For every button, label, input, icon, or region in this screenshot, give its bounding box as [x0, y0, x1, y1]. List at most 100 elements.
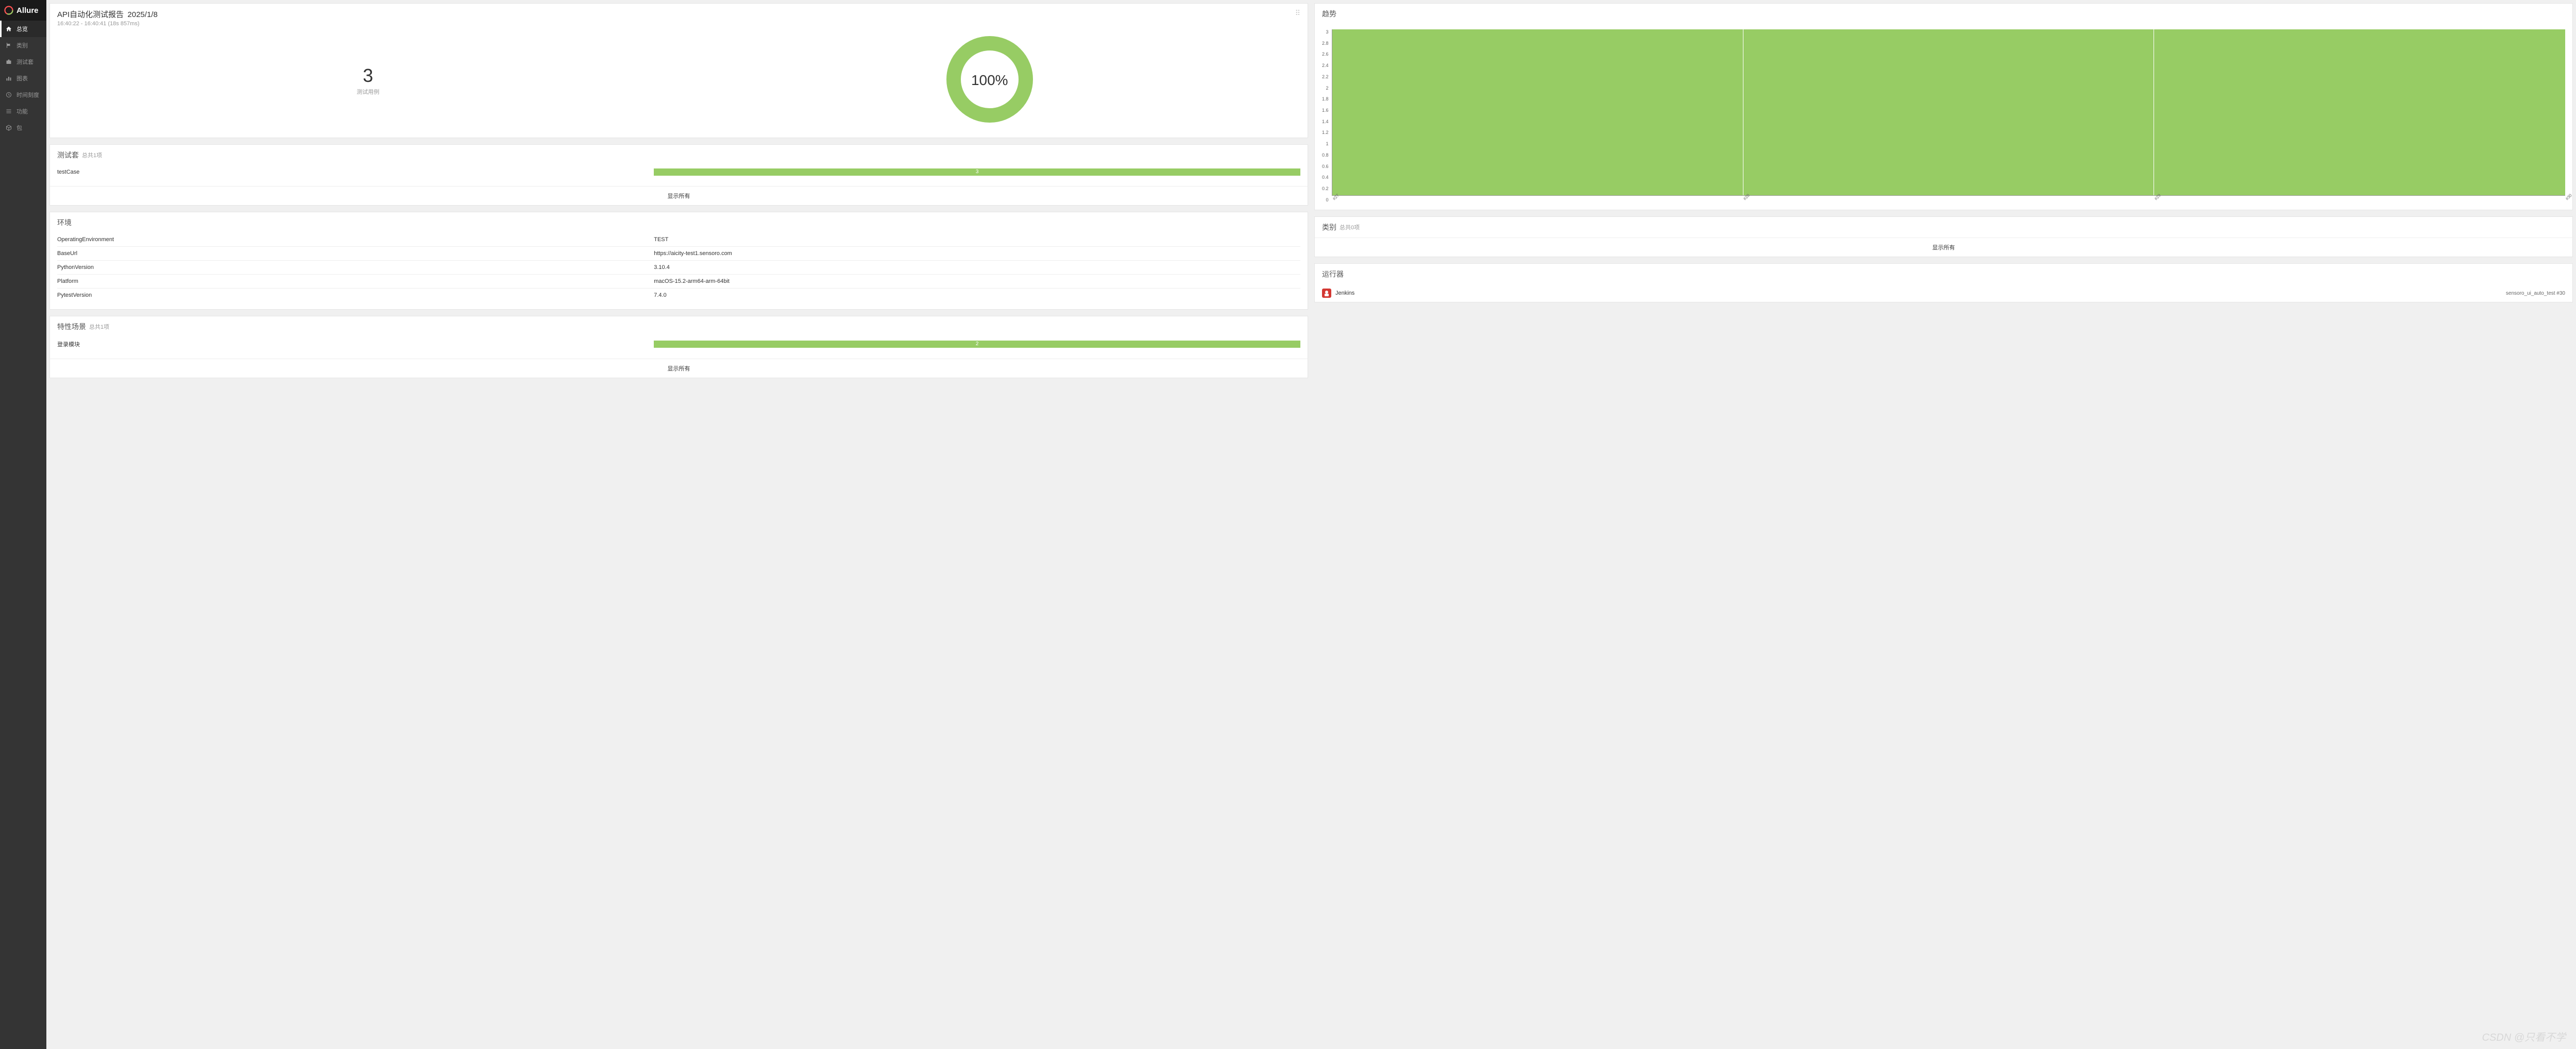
env-value: 3.10.4: [654, 264, 1300, 270]
trend-title: 趋势: [1322, 9, 1336, 19]
nav-item-flag[interactable]: 类别: [0, 37, 46, 54]
y-tick: 2.4: [1322, 63, 1329, 68]
drag-icon[interactable]: ⠿: [1295, 9, 1300, 18]
y-tick: 0: [1322, 197, 1329, 202]
nav-item-chart[interactable]: 图表: [0, 70, 46, 87]
y-tick: 2: [1322, 86, 1329, 91]
bar-fill: 2: [654, 341, 1300, 348]
test-count-label: 测试用例: [357, 88, 379, 96]
categories-show-all[interactable]: 显示所有: [1315, 238, 2572, 257]
nav-label: 测试套: [16, 58, 33, 66]
environment-widget: 环境 OperatingEnvironmentTESTBaseUrlhttps:…: [49, 212, 1308, 310]
nav-label: 包: [16, 124, 22, 132]
trend-y-axis: 32.82.62.42.221.81.61.41.210.80.60.40.20: [1322, 29, 1332, 202]
test-count-number: 3: [363, 65, 373, 87]
y-tick: 0.6: [1322, 164, 1329, 169]
suites-widget: 测试套 总共1项 testCase3 显示所有: [49, 144, 1308, 206]
executors-title: 运行器: [1322, 269, 1344, 279]
logo[interactable]: Allure: [0, 0, 46, 21]
y-tick: 1.2: [1322, 130, 1329, 135]
executors-widget: 运行器 Jenkins sensoro_ui_auto_test #30: [1314, 263, 2573, 302]
sidebar: Allure 总览类别测试套图表时间刻度功能包: [0, 0, 46, 1049]
nav-label: 类别: [16, 41, 28, 49]
executor-row[interactable]: Jenkins sensoro_ui_auto_test #30: [1315, 284, 2572, 302]
report-time-range: 16:40:22 - 16:40:41 (18s 857ms): [57, 21, 1300, 27]
x-tick: #28: [1742, 197, 1746, 201]
y-tick: 0.2: [1322, 186, 1329, 191]
briefcase-icon: [5, 59, 12, 65]
y-tick: 1.4: [1322, 119, 1329, 124]
env-value: TEST: [654, 236, 1300, 243]
y-tick: 3: [1322, 29, 1329, 35]
y-tick: 2.2: [1322, 74, 1329, 79]
nav-item-package[interactable]: 包: [0, 120, 46, 136]
bar-track: 3: [654, 168, 1300, 176]
trend-plot-area: [1332, 29, 2565, 196]
x-tick: #27: [1332, 197, 1335, 201]
nav-item-home[interactable]: 总览: [0, 21, 46, 37]
env-row: OperatingEnvironmentTEST: [57, 233, 1300, 246]
env-key: PytestVersion: [57, 292, 654, 298]
features-title: 特性场景: [57, 322, 86, 332]
suites-show-all[interactable]: 显示所有: [50, 186, 1308, 205]
bar-row[interactable]: testCase3: [57, 165, 1300, 179]
env-row: BaseUrlhttps://aicity-test1.sensoro.com: [57, 246, 1300, 260]
trend-x-axis: #27 #28 #29 #30: [1332, 196, 2565, 202]
env-row: PytestVersion7.4.0: [57, 288, 1300, 302]
env-key: BaseUrl: [57, 250, 654, 257]
pass-percentage: 100%: [971, 72, 1008, 89]
nav-label: 功能: [16, 107, 28, 115]
chart-icon: [5, 75, 12, 81]
bar-fill: 3: [654, 168, 1300, 176]
flag-icon: [5, 42, 12, 48]
x-tick: #30: [2565, 197, 2568, 201]
y-tick: 0.8: [1322, 153, 1329, 158]
env-key: OperatingEnvironment: [57, 236, 654, 243]
pass-rate-donut: 100%: [943, 33, 1036, 127]
report-date: 2025/1/8: [128, 10, 158, 19]
nav-item-clock[interactable]: 时间刻度: [0, 87, 46, 103]
logo-text: Allure: [16, 6, 39, 15]
environment-title: 环境: [57, 217, 72, 228]
env-row: PlatformmacOS-15.2-arm64-arm-64bit: [57, 274, 1300, 288]
y-tick: 0.4: [1322, 175, 1329, 180]
x-tick: #29: [2154, 197, 2157, 201]
nav: 总览类别测试套图表时间刻度功能包: [0, 21, 46, 1049]
suites-subtitle: 总共1项: [82, 151, 102, 159]
jenkins-icon: [1322, 289, 1331, 298]
nav-item-list[interactable]: 功能: [0, 103, 46, 120]
env-row: PythonVersion3.10.4: [57, 260, 1300, 274]
home-icon: [5, 26, 12, 32]
y-tick: 1: [1322, 141, 1329, 146]
bar-track: 2: [654, 341, 1300, 348]
executor-name: Jenkins: [1335, 290, 1354, 296]
executor-build: sensoro_ui_auto_test #30: [2506, 291, 2565, 296]
bar-label: testCase: [57, 169, 654, 175]
env-value: https://aicity-test1.sensoro.com: [654, 250, 1300, 257]
nav-label: 总览: [16, 25, 28, 33]
nav-label: 时间刻度: [16, 91, 39, 99]
bar-row[interactable]: 登录模块2: [57, 337, 1300, 351]
env-key: PythonVersion: [57, 264, 654, 270]
env-value: 7.4.0: [654, 292, 1300, 298]
nav-item-briefcase[interactable]: 测试套: [0, 54, 46, 70]
features-widget: 特性场景 总共1项 登录模块2 显示所有: [49, 316, 1308, 378]
package-icon: [5, 125, 12, 131]
features-subtitle: 总共1项: [89, 323, 109, 331]
allure-logo-icon: [4, 6, 13, 15]
summary-widget: API自动化测试报告 2025/1/8 ⠿ 16:40:22 - 16:40:4…: [49, 3, 1308, 138]
features-show-all[interactable]: 显示所有: [50, 359, 1308, 378]
report-title: API自动化测试报告: [57, 10, 124, 19]
suites-title: 测试套: [57, 150, 79, 160]
y-tick: 1.6: [1322, 108, 1329, 113]
categories-title: 类别: [1322, 222, 1336, 232]
categories-widget: 类别 总共0项 显示所有: [1314, 216, 2573, 257]
y-tick: 2.8: [1322, 41, 1329, 46]
list-icon: [5, 108, 12, 114]
env-key: Platform: [57, 278, 654, 284]
y-tick: 2.6: [1322, 52, 1329, 57]
clock-icon: [5, 92, 12, 98]
trend-widget: 趋势 32.82.62.42.221.81.61.41.210.80.60.40…: [1314, 3, 2573, 210]
env-value: macOS-15.2-arm64-arm-64bit: [654, 278, 1300, 284]
categories-subtitle: 总共0项: [1340, 223, 1360, 231]
